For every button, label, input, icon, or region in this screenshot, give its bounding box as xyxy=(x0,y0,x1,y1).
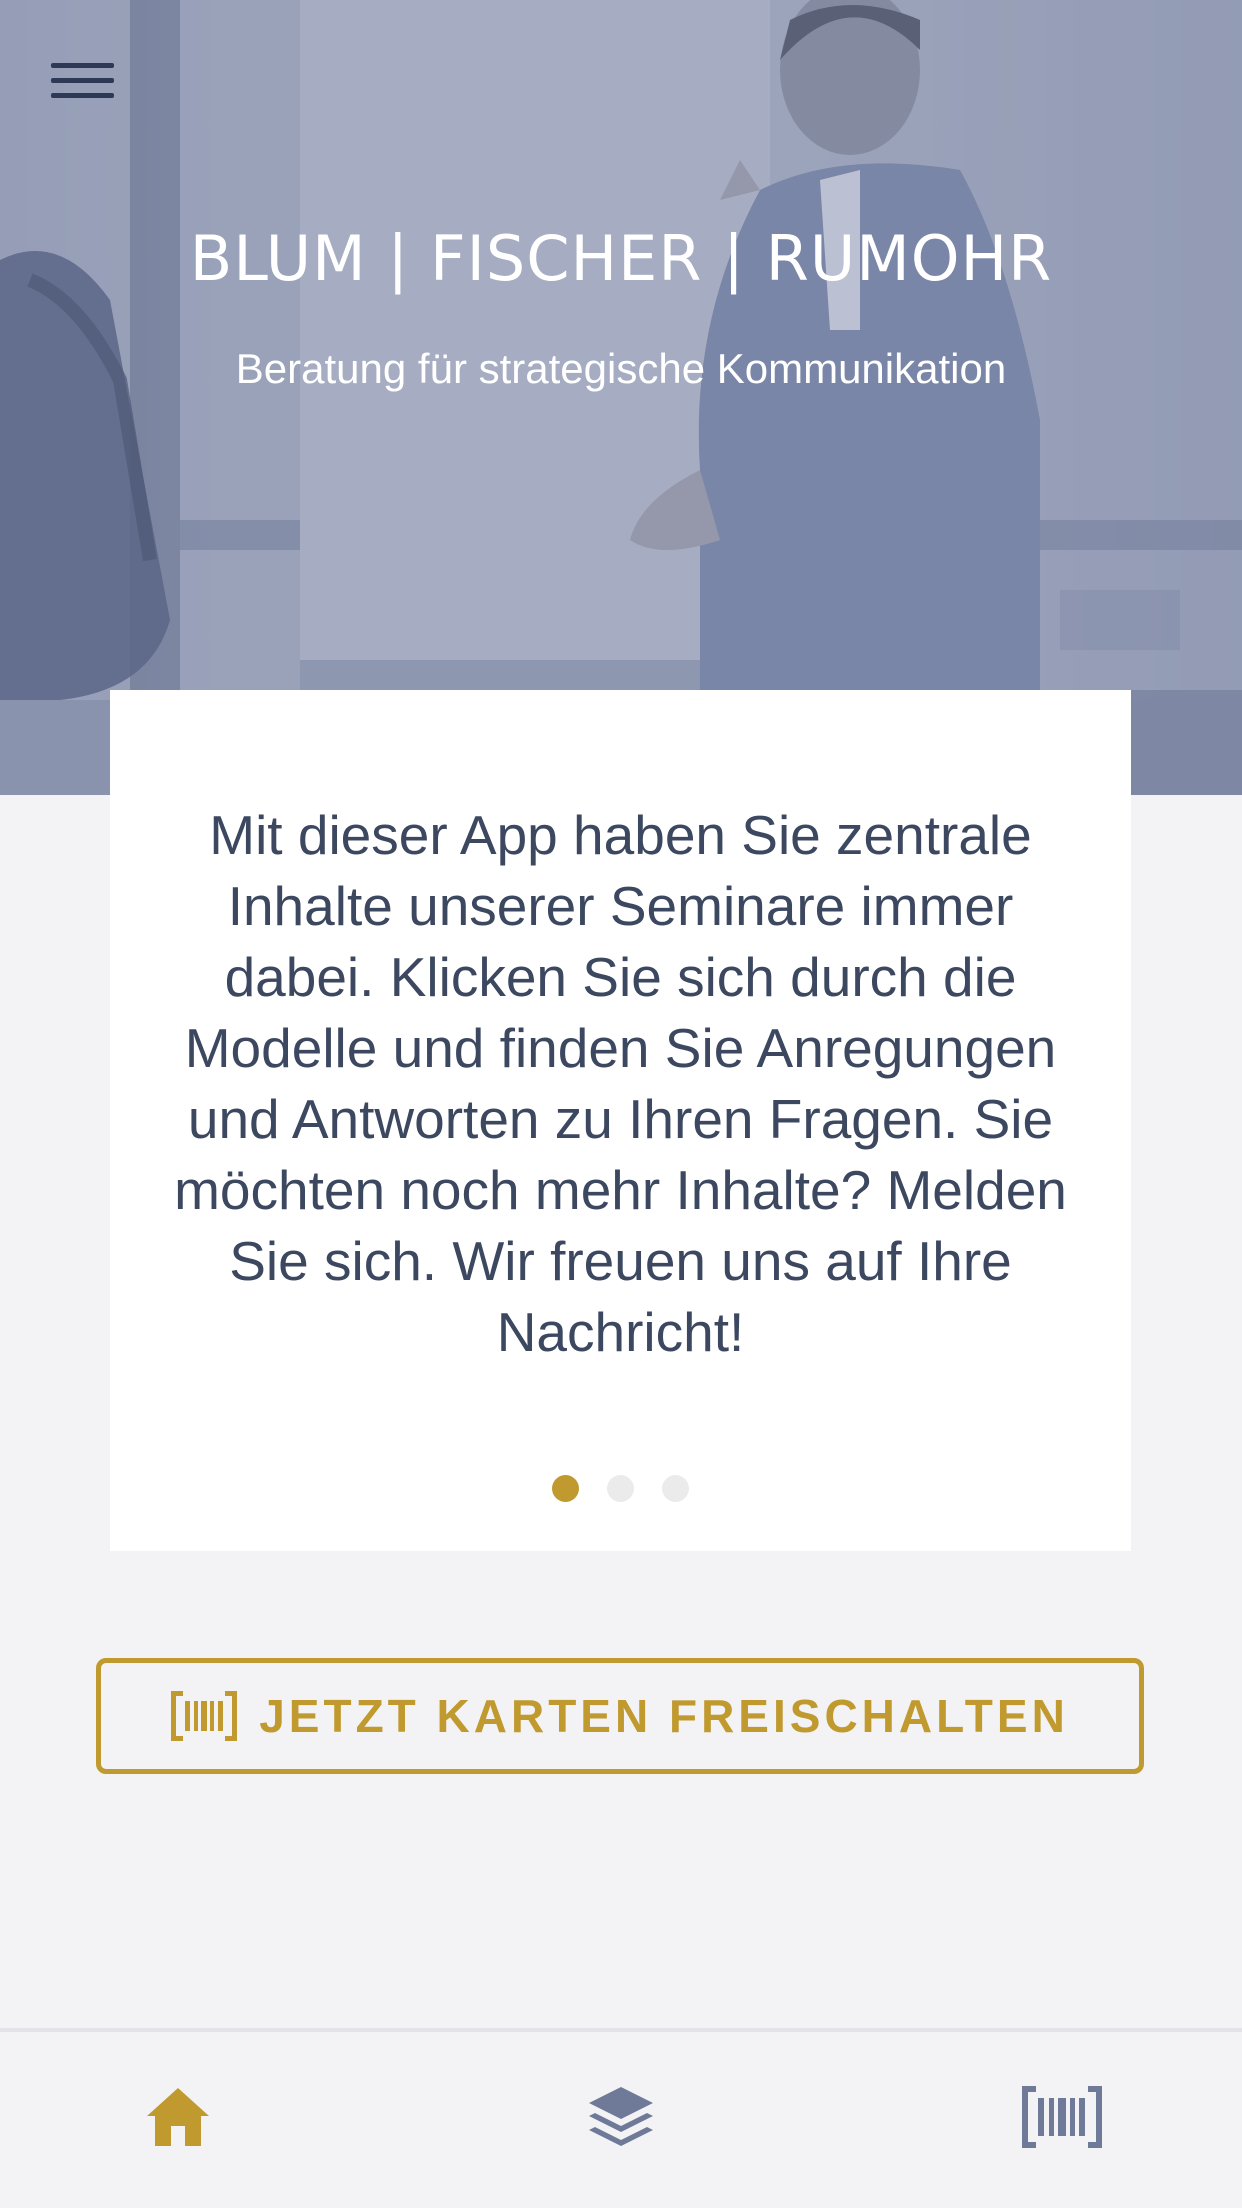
brand-title: BLUM | FISCHER | RUMOHR xyxy=(189,222,1053,295)
menu-button[interactable] xyxy=(40,50,126,110)
intro-card-text: Mit dieser App haben Sie zentrale Inhalt… xyxy=(174,804,1067,1363)
hamburger-menu-icon xyxy=(51,62,114,68)
carousel-dot-2[interactable] xyxy=(607,1475,634,1502)
brand-subtitle: Beratung für strategische Kommunikation xyxy=(235,345,1007,392)
home-icon xyxy=(147,2088,209,2146)
carousel-dot-3[interactable] xyxy=(662,1475,689,1502)
layers-icon xyxy=(589,2087,653,2146)
hero-overlay xyxy=(0,0,1242,795)
barcode-icon xyxy=(1022,2086,1102,2148)
tab-cards[interactable] xyxy=(1012,2072,1112,2162)
carousel-pagination xyxy=(110,1475,1131,1502)
unlock-cards-button[interactable]: JETZT KARTEN FREISCHALTEN xyxy=(96,1658,1144,1774)
carousel-dot-1[interactable] xyxy=(552,1475,579,1502)
hamburger-menu-icon-bar xyxy=(51,92,114,98)
hero-banner: BLUM | FISCHER | RUMOHR Beratung für str… xyxy=(0,0,1242,795)
tab-home[interactable] xyxy=(128,2072,228,2162)
unlock-cards-label: JETZT KARTEN FREISCHALTEN xyxy=(259,1690,1069,1742)
bottom-tab-bar xyxy=(0,2028,1242,2208)
intro-card[interactable]: Mit dieser App haben Sie zentrale Inhalt… xyxy=(110,690,1131,1551)
tab-layers[interactable] xyxy=(571,2072,671,2162)
hamburger-menu-icon-bar xyxy=(51,77,114,83)
barcode-icon xyxy=(171,1691,238,1741)
app-screen: BLUM | FISCHER | RUMOHR Beratung für str… xyxy=(0,0,1242,2208)
